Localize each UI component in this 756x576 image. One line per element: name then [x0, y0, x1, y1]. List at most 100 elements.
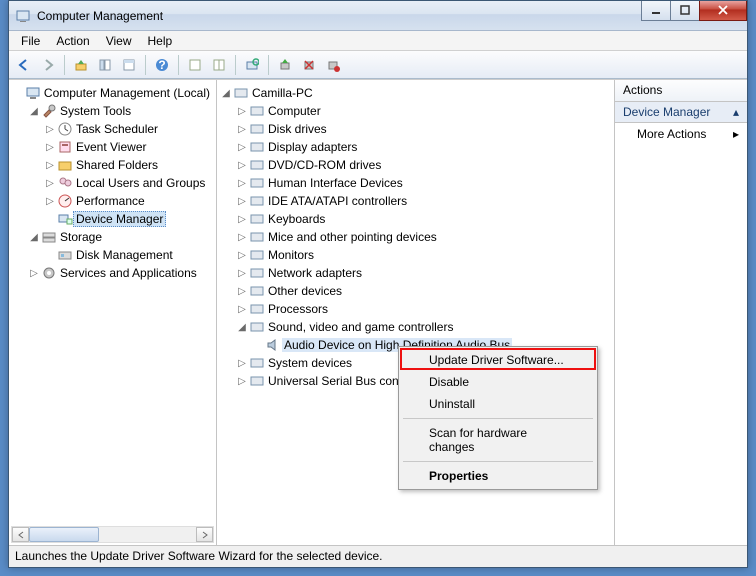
dev-cat-2[interactable]: ▷Display adapters	[219, 138, 614, 156]
show-hide-tree-button[interactable]	[94, 54, 116, 76]
computer-icon	[25, 85, 41, 101]
dev-cat-8[interactable]: ▷Monitors	[219, 246, 614, 264]
toolbar: ?	[9, 51, 747, 79]
tree-shared-folders[interactable]: ▷Shared Folders	[11, 156, 216, 174]
tree-root-compmgmt[interactable]: Computer Management (Local)	[11, 84, 216, 102]
dev-cat-6[interactable]: ▷Keyboards	[219, 210, 614, 228]
up-button[interactable]	[70, 54, 92, 76]
scroll-track[interactable]	[29, 527, 196, 542]
window-buttons	[642, 1, 747, 21]
close-button[interactable]	[699, 1, 747, 21]
cat-icon	[249, 211, 265, 227]
tree-performance[interactable]: ▷Performance	[11, 192, 216, 210]
minimize-button[interactable]	[641, 1, 671, 21]
cat-icon	[249, 157, 265, 173]
menu-file[interactable]: File	[13, 32, 48, 50]
dev-cat-12[interactable]: ◢Sound, video and game controllers	[219, 318, 614, 336]
back-button[interactable]	[13, 54, 35, 76]
disable-button[interactable]	[322, 54, 344, 76]
ctx-properties[interactable]: Properties	[401, 465, 595, 487]
storage-icon	[41, 229, 57, 245]
cat-icon	[249, 175, 265, 191]
cat-icon	[249, 373, 265, 389]
cat-icon	[249, 301, 265, 317]
tree-device-manager[interactable]: Device Manager	[11, 210, 216, 228]
console-tree: Computer Management (Local) ◢System Tool…	[9, 80, 216, 286]
cat-icon	[249, 265, 265, 281]
maximize-button[interactable]	[670, 1, 700, 21]
forward-button[interactable]	[37, 54, 59, 76]
actions-pane: Actions Device Manager ▴ More Actions ▸	[615, 80, 747, 545]
tree-local-users[interactable]: ▷Local Users and Groups	[11, 174, 216, 192]
dev-cat-7[interactable]: ▷Mice and other pointing devices	[219, 228, 614, 246]
dev-cat-11[interactable]: ▷Processors	[219, 300, 614, 318]
tree-disk-mgmt[interactable]: Disk Management	[11, 246, 216, 264]
properties-toolbar-button[interactable]	[118, 54, 140, 76]
speaker-icon	[265, 337, 281, 353]
event-icon	[57, 139, 73, 155]
cat-icon	[249, 355, 265, 371]
users-icon	[57, 175, 73, 191]
tree-task-scheduler[interactable]: ▷Task Scheduler	[11, 120, 216, 138]
disk-mgmt-icon	[57, 247, 73, 263]
app-icon	[15, 8, 31, 24]
actions-section[interactable]: Device Manager ▴	[615, 102, 747, 123]
ctx-scan[interactable]: Scan for hardware changes	[401, 422, 595, 458]
ctx-sep-2	[403, 461, 593, 462]
menu-view[interactable]: View	[98, 32, 140, 50]
svg-text:?: ?	[158, 58, 165, 72]
scan-hw-button[interactable]	[241, 54, 263, 76]
view-toolbar-1[interactable]	[184, 54, 206, 76]
cat-icon	[249, 283, 265, 299]
collapse-icon: ▴	[733, 105, 739, 119]
left-pane[interactable]: Computer Management (Local) ◢System Tool…	[9, 80, 217, 545]
chevron-right-icon: ▸	[733, 127, 739, 141]
main-body: Computer Management (Local) ◢System Tool…	[9, 79, 747, 545]
actions-header: Actions	[615, 80, 747, 102]
statusbar: Launches the Update Driver Software Wiza…	[9, 545, 747, 567]
ctx-disable[interactable]: Disable	[401, 371, 595, 393]
help-button[interactable]: ?	[151, 54, 173, 76]
tools-icon	[41, 103, 57, 119]
clock-icon	[57, 121, 73, 137]
actions-more[interactable]: More Actions ▸	[615, 123, 747, 145]
dev-cat-10[interactable]: ▷Other devices	[219, 282, 614, 300]
titlebar[interactable]: Computer Management	[9, 1, 747, 31]
scroll-thumb[interactable]	[29, 527, 99, 542]
cat-icon	[249, 103, 265, 119]
dev-cat-3[interactable]: ▷DVD/CD-ROM drives	[219, 156, 614, 174]
cat-icon	[249, 247, 265, 263]
cat-icon	[249, 121, 265, 137]
scroll-right-button[interactable]	[196, 527, 213, 542]
ctx-update-driver[interactable]: Update Driver Software...	[401, 349, 595, 371]
update-drv-button[interactable]	[274, 54, 296, 76]
tree-storage[interactable]: ◢Storage	[11, 228, 216, 246]
dev-cat-1[interactable]: ▷Disk drives	[219, 120, 614, 138]
app-window: Computer Management File Action View Hel…	[8, 0, 748, 568]
menu-action[interactable]: Action	[48, 32, 97, 50]
scroll-left-button[interactable]	[12, 527, 29, 542]
ctx-uninstall[interactable]: Uninstall	[401, 393, 595, 415]
tree-system-tools[interactable]: ◢System Tools	[11, 102, 216, 120]
ctx-sep-1	[403, 418, 593, 419]
menubar: File Action View Help	[9, 31, 747, 51]
perf-icon	[57, 193, 73, 209]
cat-icon	[249, 139, 265, 155]
tree-event-viewer[interactable]: ▷Event Viewer	[11, 138, 216, 156]
dev-cat-5[interactable]: ▷IDE ATA/ATAPI controllers	[219, 192, 614, 210]
uninstall-button[interactable]	[298, 54, 320, 76]
tree-services[interactable]: ▷Services and Applications	[11, 264, 216, 282]
dev-cat-9[interactable]: ▷Network adapters	[219, 264, 614, 282]
dev-cat-4[interactable]: ▷Human Interface Devices	[219, 174, 614, 192]
device-mgr-icon	[57, 211, 73, 227]
left-scrollbar[interactable]	[11, 526, 214, 543]
folder-shared-icon	[57, 157, 73, 173]
menu-help[interactable]: Help	[140, 32, 181, 50]
window-title: Computer Management	[37, 9, 642, 23]
context-menu: Update Driver Software... Disable Uninst…	[398, 346, 598, 490]
dev-root[interactable]: ◢Camilla-PC	[219, 84, 614, 102]
cat-icon	[249, 319, 265, 335]
computer-icon	[233, 85, 249, 101]
view-toolbar-2[interactable]	[208, 54, 230, 76]
dev-cat-0[interactable]: ▷Computer	[219, 102, 614, 120]
